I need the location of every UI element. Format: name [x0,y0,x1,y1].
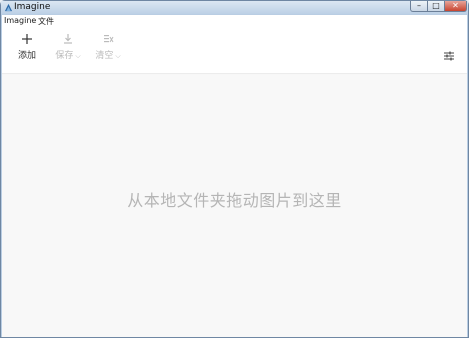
client-area: Imagine 文件 添加 保存 ⌵ 清空 ⌵ 从本地文件夹拖动图片到这里 [2,15,467,337]
chevron-down-icon: ⌵ [75,52,81,60]
app-window: Imagine – □ ✕ Imagine 文件 添加 保存 ⌵ 清空 ⌵ 从本… [0,0,469,338]
save-button[interactable]: 保存 ⌵ [48,30,88,68]
clear-label: 清空 [95,51,114,61]
plus-icon [7,30,47,46]
drop-hint: 从本地文件夹拖动图片到这里 [127,191,342,210]
sliders-icon[interactable] [443,50,455,62]
app-logo-icon [4,3,13,12]
chevron-down-icon: ⌵ [115,52,121,60]
add-label: 添加 [17,51,36,61]
save-label-wrap: 保存 ⌵ [48,48,88,61]
minimize-button[interactable]: – [410,1,428,12]
drop-zone[interactable]: 从本地文件夹拖动图片到这里 [2,75,467,337]
window-controls: – □ ✕ [410,1,467,13]
maximize-button[interactable]: □ [428,1,445,12]
menu-imagine[interactable]: Imagine [4,16,36,25]
download-icon [48,30,88,46]
clear-button[interactable]: 清空 ⌵ [88,30,128,68]
clear-label-wrap: 清空 ⌵ [88,48,128,61]
maximize-icon: □ [432,1,440,10]
minimize-icon: – [417,1,421,10]
title-bar[interactable]: Imagine – □ ✕ [1,1,468,14]
window-title: Imagine [14,2,51,12]
add-button[interactable]: 添加 [7,30,47,68]
close-icon: ✕ [452,1,459,10]
close-button[interactable]: ✕ [445,1,467,12]
clear-icon [88,30,128,46]
save-label: 保存 [55,51,74,61]
menu-bar: Imagine 文件 [2,15,467,26]
toolbar: 添加 保存 ⌵ 清空 ⌵ [2,26,467,74]
